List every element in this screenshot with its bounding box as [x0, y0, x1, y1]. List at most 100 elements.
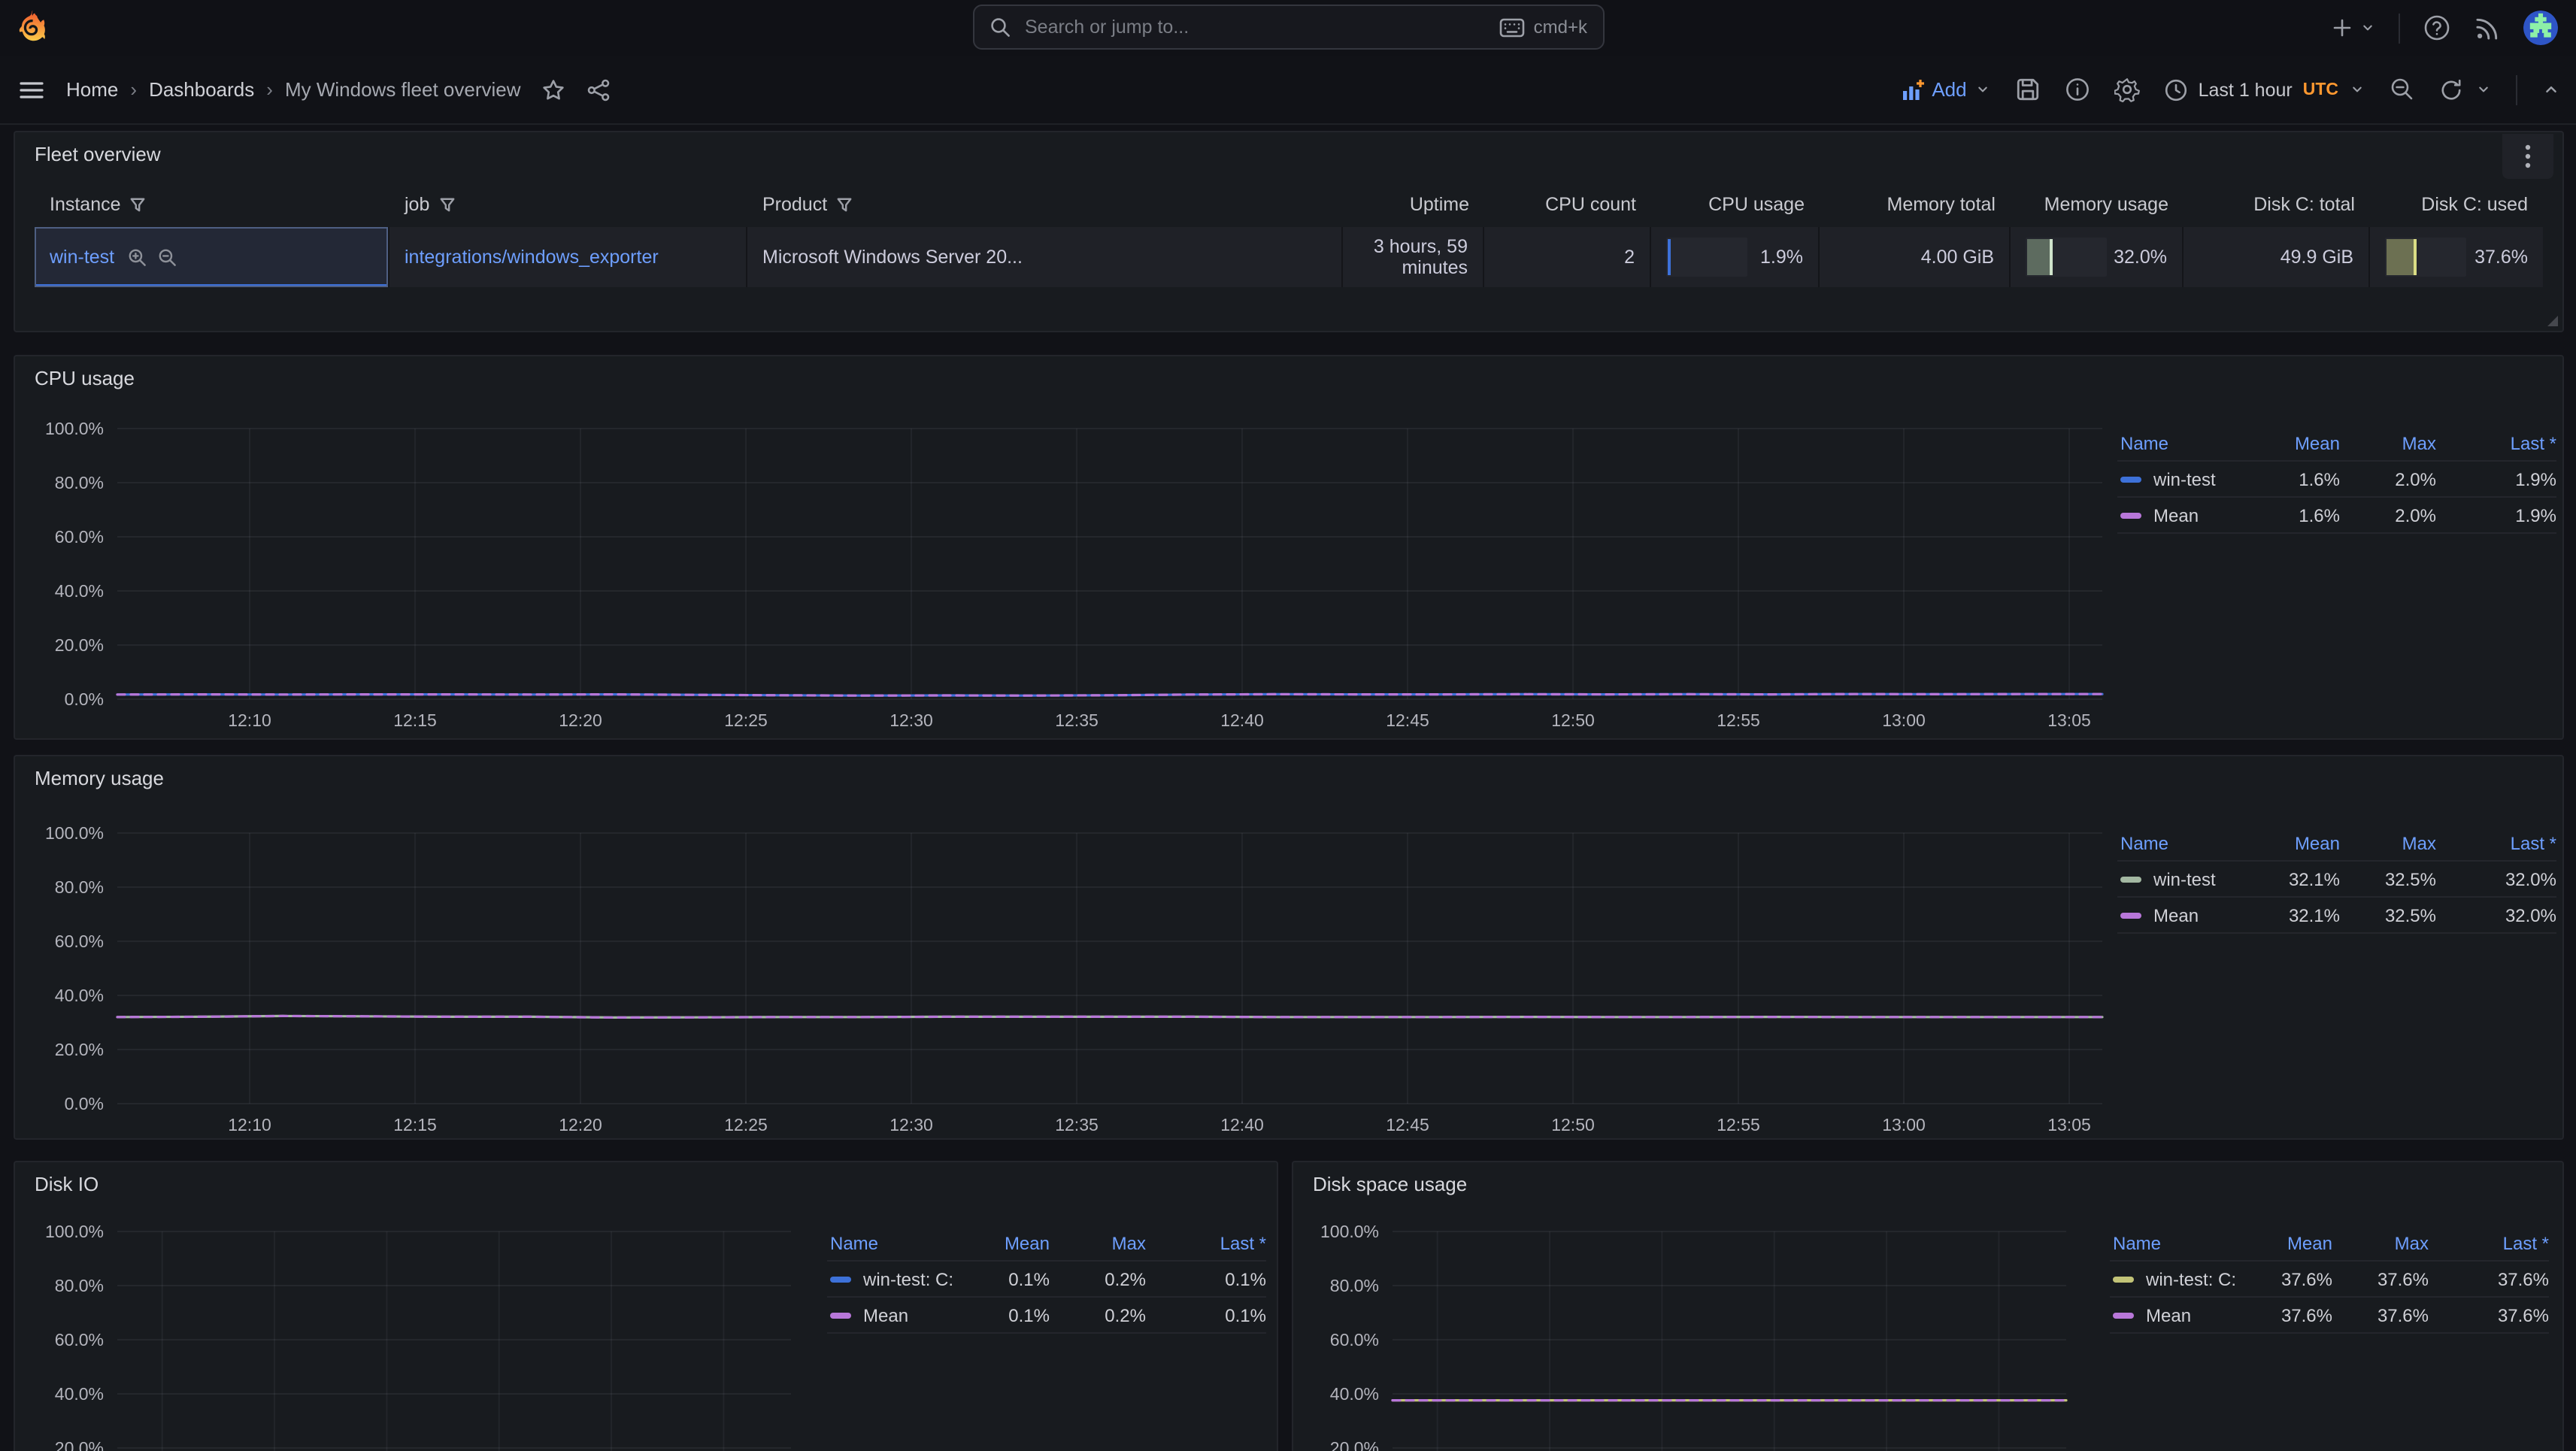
disk-io-chart[interactable]: 0.0%20.0%40.0%60.0%80.0%100.0%12:1012:20… [18, 1222, 815, 1451]
legend-header-mean[interactable]: Mean [2244, 832, 2340, 853]
panel-menu-kebab-icon[interactable] [2502, 134, 2553, 179]
zoom-out-time-icon[interactable] [2390, 77, 2415, 102]
series-name[interactable]: Mean [2153, 504, 2199, 526]
add-label: Add [1932, 78, 1966, 101]
breadcrumb-dashboards[interactable]: Dashboards [149, 78, 254, 101]
legend-header-max[interactable]: Max [1050, 1232, 1146, 1253]
column-header-product[interactable]: Product [747, 182, 1343, 227]
column-header-memory-total[interactable]: Memory total [1820, 182, 2011, 227]
legend-header-name[interactable]: Name [2117, 432, 2244, 453]
memory-usage-chart[interactable]: 0.0%20.0%40.0%60.0%80.0%100.0%12:1012:15… [18, 824, 2123, 1140]
dashboard-settings-gear-icon[interactable] [2114, 77, 2140, 102]
breadcrumb-separator: › [266, 78, 273, 101]
job-link[interactable]: integrations/windows_exporter [405, 247, 659, 268]
svg-text:100.0%: 100.0% [45, 420, 104, 438]
disk-space-usage-chart[interactable]: 0.0%20.0%40.0%60.0%80.0%100.0%12:1012:20… [1293, 1222, 2090, 1451]
search-input[interactable] [1022, 15, 1487, 39]
filter-icon[interactable] [438, 196, 455, 213]
svg-text:12:45: 12:45 [1386, 710, 1429, 730]
filter-icon[interactable] [130, 196, 147, 213]
svg-text:12:30: 12:30 [889, 710, 933, 730]
zoom-in-icon[interactable] [128, 247, 147, 267]
column-header-job[interactable]: job [389, 182, 747, 227]
time-range-picker[interactable]: Last 1 hour UTC [2164, 77, 2365, 101]
topbar-actions [2331, 0, 2558, 56]
svg-text:100.0%: 100.0% [45, 824, 104, 843]
zoom-out-icon[interactable] [158, 247, 177, 267]
refresh-button[interactable] [2439, 77, 2492, 101]
cpu-usage-chart[interactable]: 0.0%20.0%40.0%60.0%80.0%100.0%12:1012:15… [18, 420, 2123, 735]
legend-row[interactable]: Mean 37.6% 37.6% 37.6% [2110, 1298, 2549, 1334]
disk-space-legend: Name Mean Max Last * win-test: C: 37.6% … [2110, 1225, 2549, 1334]
collapse-toolbar-chevron-up-icon[interactable] [2541, 80, 2561, 99]
share-icon[interactable] [587, 77, 611, 101]
panel-resize-handle[interactable] [2547, 316, 2558, 326]
legend-row[interactable]: Mean 0.1% 0.2% 0.1% [827, 1298, 1266, 1334]
legend-header-last[interactable]: Last * [2429, 1232, 2549, 1253]
series-name[interactable]: win-test [2153, 468, 2216, 489]
column-header-disk-total[interactable]: Disk C: total [2184, 182, 2370, 227]
legend-row[interactable]: Mean 32.1% 32.5% 32.0% [2117, 898, 2556, 934]
legend-header-mean[interactable]: Mean [953, 1232, 1050, 1253]
svg-text:12:10: 12:10 [228, 1115, 271, 1134]
svg-text:80.0%: 80.0% [1330, 1276, 1379, 1295]
global-search[interactable]: cmd+k [972, 5, 1604, 50]
legend-header-mean[interactable]: Mean [2244, 432, 2340, 453]
grafana-logo-icon[interactable] [15, 9, 50, 47]
memory-usage-gauge [2026, 238, 2107, 277]
panel-title: CPU usage [35, 367, 135, 389]
series-name[interactable]: win-test [2153, 868, 2216, 889]
column-header-cpu-usage[interactable]: CPU usage [1651, 182, 1820, 227]
filter-icon[interactable] [836, 196, 853, 213]
legend-header-mean[interactable]: Mean [2236, 1232, 2332, 1253]
legend-header-last[interactable]: Last * [1146, 1232, 1266, 1253]
legend-row[interactable]: win-test 1.6% 2.0% 1.9% [2117, 462, 2556, 498]
series-name[interactable]: Mean [2153, 904, 2199, 925]
legend-header-last[interactable]: Last * [2436, 832, 2556, 853]
legend-row[interactable]: win-test 32.1% 32.5% 32.0% [2117, 862, 2556, 898]
mega-menu-icon[interactable] [18, 76, 45, 103]
user-avatar[interactable] [2523, 11, 2558, 45]
clock-icon [2164, 77, 2188, 101]
legend-header-max[interactable]: Max [2340, 432, 2436, 453]
column-header-memory-usage[interactable]: Memory usage [2011, 182, 2184, 227]
instance-link[interactable]: win-test [50, 247, 114, 268]
save-dashboard-icon[interactable] [2015, 77, 2041, 102]
legend-row[interactable]: Mean 1.6% 2.0% 1.9% [2117, 498, 2556, 534]
svg-text:60.0%: 60.0% [55, 527, 104, 547]
series-name[interactable]: win-test: C: [863, 1268, 953, 1289]
breadcrumb-home[interactable]: Home [66, 78, 118, 101]
series-last: 1.9% [2436, 504, 2556, 526]
svg-text:12:35: 12:35 [1055, 710, 1099, 730]
cpu-usage-cell: 1.9% [1651, 227, 1820, 287]
column-header-cpu-count[interactable]: CPU count [1484, 182, 1651, 227]
new-button[interactable] [2331, 17, 2376, 39]
column-header-disk-used[interactable]: Disk C: used [2370, 182, 2543, 227]
column-header-instance[interactable]: Instance [35, 182, 389, 227]
legend-row[interactable]: win-test: C: 37.6% 37.6% 37.6% [2110, 1262, 2549, 1298]
favorite-star-icon[interactable] [542, 77, 566, 101]
disk-used-value: 37.6% [2474, 247, 2528, 268]
legend-header-max[interactable]: Max [2340, 832, 2436, 853]
legend-header-name[interactable]: Name [2110, 1232, 2236, 1253]
column-header-uptime[interactable]: Uptime [1343, 182, 1484, 227]
chevron-down-icon [2359, 20, 2376, 36]
series-name[interactable]: win-test: C: [2146, 1268, 2236, 1289]
legend-header-name[interactable]: Name [827, 1232, 953, 1253]
legend-row[interactable]: win-test: C: 0.1% 0.2% 0.1% [827, 1262, 1266, 1298]
add-button[interactable]: Add [1900, 77, 1990, 101]
legend-header-name[interactable]: Name [2117, 832, 2244, 853]
legend-header-last[interactable]: Last * [2436, 432, 2556, 453]
toolbar-actions: Add Last 1 hour [1900, 56, 2561, 123]
dashboard-insights-icon[interactable] [2065, 77, 2090, 102]
series-name[interactable]: Mean [2146, 1304, 2191, 1325]
help-icon[interactable] [2423, 14, 2451, 42]
news-rss-icon[interactable] [2474, 14, 2501, 41]
instance-cell[interactable]: win-test [35, 227, 389, 287]
svg-text:12:40: 12:40 [1220, 710, 1264, 730]
legend-header-max[interactable]: Max [2332, 1232, 2429, 1253]
job-cell[interactable]: integrations/windows_exporter [389, 227, 747, 287]
svg-text:40.0%: 40.0% [55, 581, 104, 601]
series-name[interactable]: Mean [863, 1304, 908, 1325]
column-label: Uptime [1410, 194, 1469, 215]
